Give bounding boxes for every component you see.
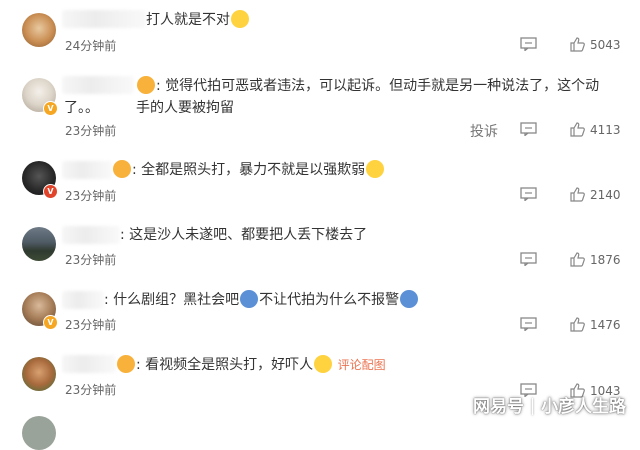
like-count: 1876 bbox=[590, 252, 621, 267]
username-blurred[interactable] bbox=[62, 10, 146, 28]
watermark-source: 网易号 bbox=[473, 397, 524, 417]
like-icon bbox=[570, 187, 585, 202]
watermark: 网易号 小彦人生路 bbox=[473, 392, 626, 417]
like-button[interactable]: 1476 bbox=[570, 317, 621, 332]
username-blurred[interactable] bbox=[62, 76, 134, 94]
emoji-icon bbox=[400, 290, 419, 308]
comment-time: 23分钟前 bbox=[65, 318, 117, 332]
reply-icon[interactable] bbox=[520, 317, 537, 331]
username-blurred[interactable] bbox=[62, 355, 116, 373]
comment-text: 打人就是不对 bbox=[146, 9, 250, 31]
avatar[interactable] bbox=[22, 416, 56, 450]
username-blurred[interactable] bbox=[62, 161, 112, 179]
report-link[interactable]: 投诉 bbox=[470, 121, 498, 141]
reply-icon[interactable] bbox=[520, 37, 537, 51]
comment-body: : 什么剧组？黑社会吧 bbox=[104, 292, 240, 308]
verified-badge-icon: V bbox=[43, 101, 58, 116]
verified-badge-icon: V bbox=[43, 315, 58, 330]
comment-body: : 全都是照头打，暴力不就是以强欺弱 bbox=[132, 162, 366, 178]
like-button[interactable]: 1876 bbox=[570, 252, 621, 267]
comment-body: : 觉得代拍可恶或者违法，可以起诉。但动手就是另一种说法了，这个动手的人要被拘留 bbox=[136, 78, 600, 116]
emoji-icon bbox=[137, 76, 155, 94]
username-blurred[interactable] bbox=[62, 291, 104, 309]
emoji-icon bbox=[231, 10, 249, 28]
reply-icon[interactable] bbox=[520, 252, 537, 266]
like-button[interactable]: 2140 bbox=[570, 187, 621, 202]
like-icon bbox=[570, 252, 585, 267]
like-count: 2140 bbox=[590, 187, 621, 202]
comment-time: 23分钟前 bbox=[65, 124, 117, 138]
username-blurred[interactable] bbox=[62, 226, 120, 244]
comment-text: : 觉得代拍可恶或者违法，可以起诉。但动手就是另一种说法了，这个动手的人要被拘留 bbox=[136, 75, 606, 119]
like-icon bbox=[570, 122, 585, 137]
comment-time: 23分钟前 bbox=[65, 189, 117, 203]
like-icon bbox=[570, 37, 585, 52]
avatar[interactable] bbox=[22, 13, 56, 47]
avatar[interactable] bbox=[22, 227, 56, 261]
comment-image-link[interactable]: 评论配图 bbox=[338, 358, 386, 372]
reply-icon[interactable] bbox=[520, 122, 537, 136]
comment-time: 23分钟前 bbox=[65, 253, 117, 267]
watermark-author: 小彦人生路 bbox=[541, 397, 626, 417]
like-button[interactable]: 5043 bbox=[570, 37, 621, 52]
comment-text-continued: 了。。 bbox=[64, 100, 99, 116]
verified-badge-icon: V bbox=[43, 184, 58, 199]
comment-time: 24分钟前 bbox=[65, 39, 117, 53]
emoji-icon bbox=[117, 355, 135, 373]
reply-icon[interactable] bbox=[520, 187, 537, 201]
comment-text: : 什么剧组？黑社会吧 不让代拍为什么不报警 bbox=[104, 289, 419, 311]
emoji-icon bbox=[314, 355, 333, 373]
comment-text: : 全都是照头打，暴力不就是以强欺弱 bbox=[112, 159, 385, 181]
emoji-icon bbox=[113, 160, 131, 178]
like-count: 5043 bbox=[590, 37, 621, 52]
watermark-divider bbox=[532, 398, 533, 415]
comment-time: 23分钟前 bbox=[65, 383, 117, 397]
like-count: 1476 bbox=[590, 317, 621, 332]
emoji-icon bbox=[366, 160, 385, 178]
like-button[interactable]: 4113 bbox=[570, 122, 621, 137]
like-count: 4113 bbox=[590, 122, 621, 137]
comment-body-continued: 不让代拍为什么不报警 bbox=[259, 292, 400, 308]
comment-text: : 看视频全是照头打，好吓人 评论配图 bbox=[116, 354, 386, 376]
comment-body: : 看视频全是照头打，好吓人 bbox=[136, 357, 314, 373]
emoji-icon bbox=[240, 290, 259, 308]
comment-text: : 这是沙人未遂吧、都要把人丢下楼去了 bbox=[120, 227, 368, 243]
comment-body: 打人就是不对 bbox=[146, 12, 230, 28]
like-icon bbox=[570, 317, 585, 332]
avatar[interactable] bbox=[22, 357, 56, 391]
